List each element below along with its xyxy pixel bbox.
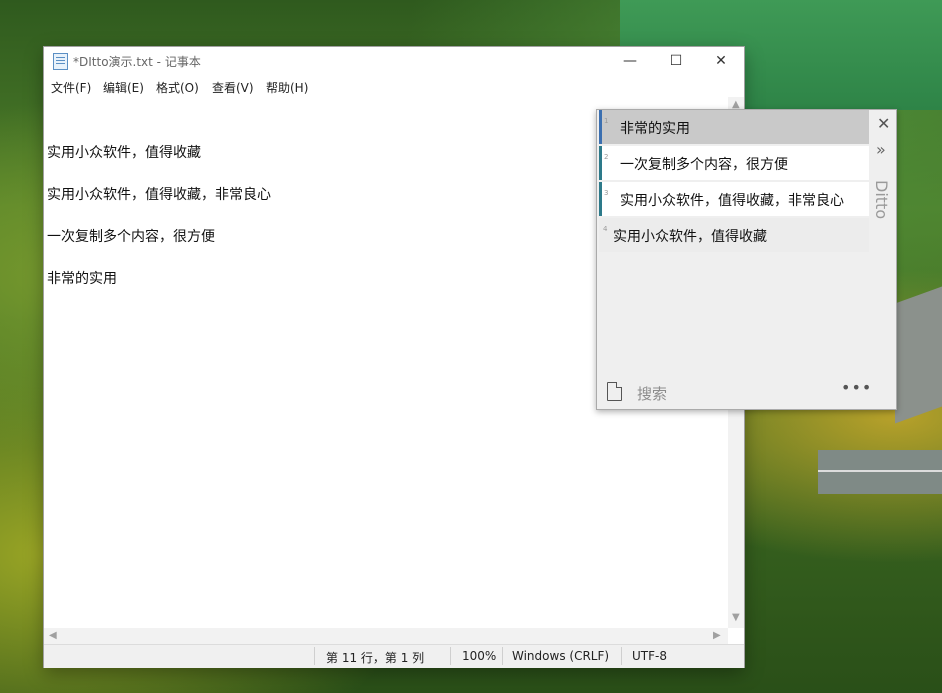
notepad-icon bbox=[53, 53, 68, 70]
minimize-button[interactable]: — bbox=[607, 47, 653, 75]
menu-bar: 文件(F) 编辑(E) 格式(O) 查看(V) 帮助(H) bbox=[44, 75, 744, 97]
clip-number: 4 bbox=[603, 225, 608, 233]
zoom-level: 100% bbox=[462, 649, 497, 663]
scroll-right-icon[interactable]: ▶ bbox=[713, 630, 721, 641]
status-divider bbox=[621, 647, 622, 665]
clip-text: 实用小众软件，值得收藏 bbox=[613, 229, 767, 245]
status-divider bbox=[314, 647, 315, 665]
close-icon[interactable]: ✕ bbox=[877, 114, 890, 133]
close-button[interactable]: ✕ bbox=[698, 47, 744, 75]
line-ending: Windows (CRLF) bbox=[512, 649, 610, 663]
scroll-left-icon[interactable]: ◀ bbox=[49, 630, 57, 641]
scroll-down-icon[interactable]: ▼ bbox=[732, 612, 740, 623]
ditto-popup: 1 非常的实用 2 一次复制多个内容，很方便 3 实用小众软件，值得收藏，非常良… bbox=[596, 109, 897, 410]
search-bar[interactable]: 搜索 ••• bbox=[597, 378, 872, 408]
clip-number: 2 bbox=[604, 153, 609, 161]
ditto-sidebar: ✕ » Ditto bbox=[869, 110, 895, 407]
status-bar: 第 11 行，第 1 列 100% Windows (CRLF) UTF-8 bbox=[44, 644, 744, 668]
status-divider bbox=[450, 647, 451, 665]
menu-edit[interactable]: 编辑(E) bbox=[103, 79, 144, 96]
clip-number: 1 bbox=[604, 117, 609, 125]
clip-text: 非常的实用 bbox=[620, 121, 690, 137]
menu-format[interactable]: 格式(O) bbox=[156, 79, 199, 96]
encoding: UTF-8 bbox=[632, 649, 667, 663]
menu-help[interactable]: 帮助(H) bbox=[266, 79, 308, 96]
window-title: *DItto演示.txt - 记事本 bbox=[73, 55, 201, 69]
clip-item[interactable]: 1 非常的实用 bbox=[599, 110, 872, 144]
horizontal-scrollbar[interactable]: ◀ ▶ bbox=[44, 628, 728, 644]
clip-item[interactable]: 2 一次复制多个内容，很方便 bbox=[599, 146, 872, 180]
text-line: 实用小众软件，值得收藏，非常良心 bbox=[47, 187, 271, 203]
maximize-button[interactable]: ☐ bbox=[653, 47, 699, 75]
desktop-road bbox=[895, 286, 942, 424]
clip-number: 3 bbox=[604, 189, 609, 197]
note-icon bbox=[607, 382, 622, 401]
text-line: 非常的实用 bbox=[47, 271, 117, 287]
ditto-brand: Ditto bbox=[872, 180, 891, 220]
clip-text: 实用小众软件，值得收藏，非常良心 bbox=[620, 193, 844, 209]
text-line: 一次复制多个内容，很方便 bbox=[47, 229, 215, 245]
menu-file[interactable]: 文件(F) bbox=[51, 79, 91, 96]
expand-icon[interactable]: » bbox=[876, 140, 886, 159]
clip-item[interactable]: 3 实用小众软件，值得收藏，非常良心 bbox=[599, 182, 872, 216]
desktop-road-lower bbox=[818, 450, 942, 494]
status-divider bbox=[502, 647, 503, 665]
title-bar[interactable]: *DItto演示.txt - 记事本 — ☐ ✕ bbox=[44, 47, 744, 75]
more-icon[interactable]: ••• bbox=[841, 378, 872, 397]
text-line: 实用小众软件，值得收藏 bbox=[47, 145, 201, 161]
clip-text: 一次复制多个内容，很方便 bbox=[620, 157, 788, 173]
road-marking bbox=[818, 470, 942, 472]
search-label[interactable]: 搜索 bbox=[637, 383, 667, 404]
clip-item[interactable]: 4 实用小众软件，值得收藏 bbox=[599, 218, 869, 252]
menu-view[interactable]: 查看(V) bbox=[212, 79, 254, 96]
cursor-position: 第 11 行，第 1 列 bbox=[326, 651, 425, 665]
